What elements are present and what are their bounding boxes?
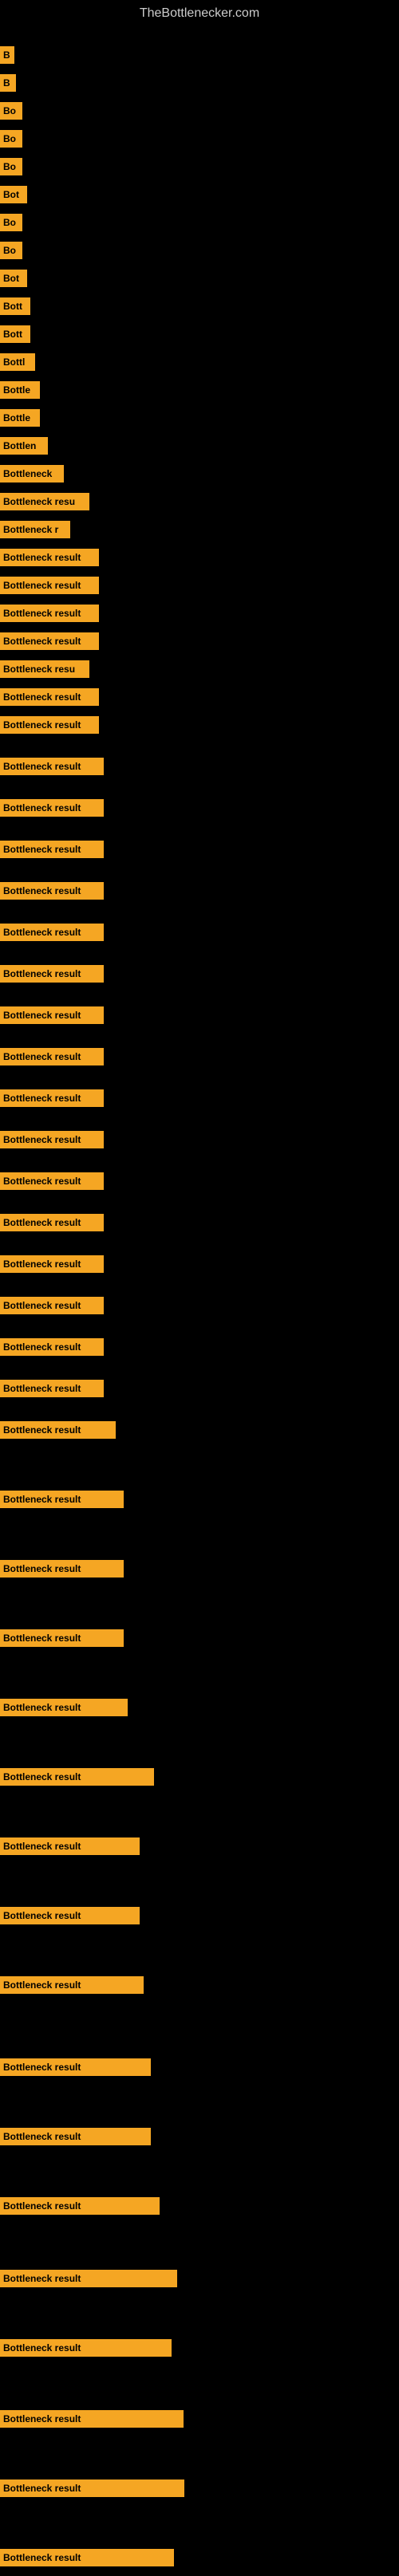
badge-item: Bottleneck [0,465,64,483]
badge-item: Bottle [0,409,40,427]
badge-item: Bottleneck result [0,1560,124,1578]
badge-item: Bottleneck result [0,1907,140,1924]
badge-item: Bottleneck result [0,882,104,900]
badge-item: Bottleneck result [0,1380,104,1397]
badge-item: Bottleneck result [0,688,99,706]
badge-item: Bottleneck result [0,1629,124,1647]
badge-item: Bo [0,242,22,259]
badge-item: Bottleneck result [0,549,99,566]
badge-item: Bottleneck result [0,758,104,775]
badge-item: Bo [0,158,22,175]
site-title: TheBottlenecker.com [0,0,399,24]
badge-item: Bottleneck result [0,605,99,622]
badge-container: BB Bo Bo Bo Bot Bo Bo Bot Bott Bott Bottl Bottle Bot… [0,24,399,2576]
badge-item: Bottleneck result [0,1089,104,1107]
badge-item: Bottleneck result [0,841,104,858]
badge-item: B [0,46,14,64]
badge-item: Bottleneck result [0,1421,116,1439]
badge-item: Bottleneck result [0,2549,174,2566]
badge-item: Bo [0,130,22,148]
badge-item: Bottleneck result [0,799,104,817]
badge-item: Bottleneck resu [0,493,89,510]
badge-item: Bottleneck result [0,1491,124,1508]
badge-item: Bottleneck result [0,1006,104,1024]
badge-item: Bot [0,186,27,203]
badge-item: Bottleneck result [0,1837,140,1855]
badge-item: Bott [0,297,30,315]
badge-item: Bottleneck result [0,632,99,650]
badge-item: Bottleneck result [0,1214,104,1231]
badge-item: Bottle [0,381,40,399]
badge-item: Bottleneck result [0,924,104,941]
badge-item: Bottleneck result [0,1048,104,1065]
badge-item: Bottleneck result [0,1338,104,1356]
badge-item: Bottleneck result [0,1172,104,1190]
badge-item: Bottleneck result [0,1768,154,1786]
badge-item: Bottleneck result [0,2270,177,2287]
badge-item: Bottleneck r [0,521,70,538]
badge-item: Bo [0,214,22,231]
badge-item: Bottleneck result [0,2479,184,2497]
badge-item: Bottleneck result [0,577,99,594]
badge-item: Bot [0,270,27,287]
badge-item: Bottleneck result [0,2410,184,2428]
badge-item: Bottleneck result [0,2339,172,2357]
badge-item: Bottlen [0,437,48,455]
badge-item: Bott [0,325,30,343]
badge-item: Bottleneck result [0,716,99,734]
badge-item: Bottleneck result [0,1131,104,1148]
badge-item: Bottleneck result [0,2128,151,2145]
badge-item: Bottleneck resu [0,660,89,678]
badge-item: Bottleneck result [0,1699,128,1716]
badge-item: Bottleneck result [0,1255,104,1273]
badge-item: Bottleneck result [0,2197,160,2215]
badge-item: Bottl [0,353,35,371]
badge-item: Bottleneck result [0,1297,104,1314]
badge-item: Bottleneck result [0,2058,151,2076]
badge-item: Bottleneck result [0,965,104,983]
badge-item: Bottleneck result [0,1976,144,1994]
badge-item: B [0,74,16,92]
badge-item: Bo [0,102,22,120]
